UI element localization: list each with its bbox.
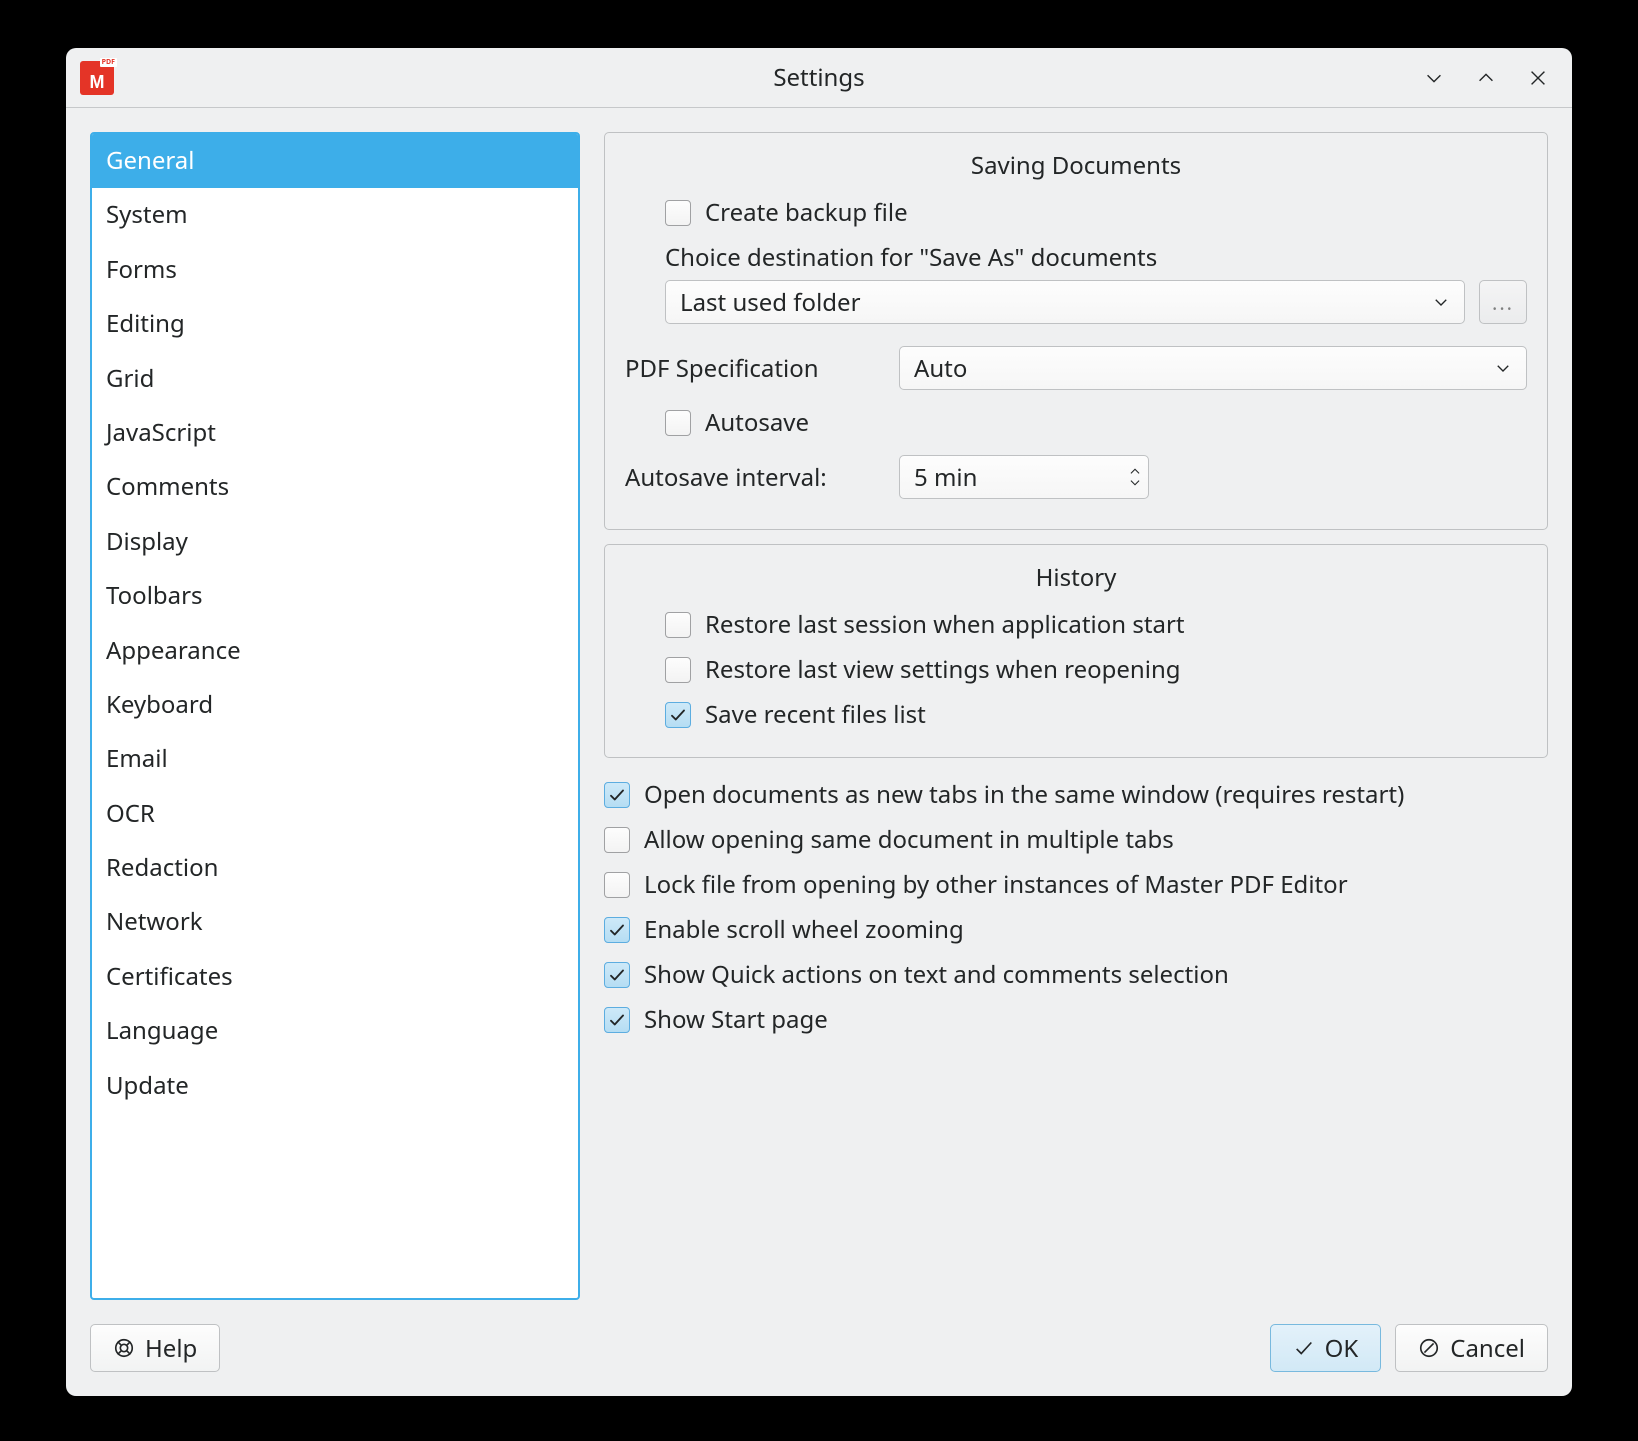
check-icon (1293, 1337, 1315, 1359)
sidebar-item-language[interactable]: Language (92, 1004, 578, 1058)
save-as-hint: Choice destination for "Save As" documen… (665, 235, 1527, 280)
restore-view-label: Restore last view settings when reopenin… (705, 653, 1181, 686)
sidebar-item-grid[interactable]: Grid (92, 352, 578, 406)
dialog-footer: Help OK Cancel (66, 1324, 1572, 1396)
pdf-spec-value: Auto (914, 352, 967, 385)
new-tabs-row: Open documents as new tabs in the same w… (604, 772, 1548, 817)
create-backup-label: Create backup file (705, 196, 908, 229)
autosave-row: Autosave (665, 400, 1527, 445)
sidebar-item-javascript[interactable]: JavaScript (92, 406, 578, 460)
restore-session-checkbox[interactable] (665, 612, 691, 638)
multi-tabs-row: Allow opening same document in multiple … (604, 817, 1548, 862)
history-group: History Restore last session when applic… (604, 544, 1548, 758)
save-recent-checkbox[interactable] (665, 702, 691, 728)
ok-label: OK (1325, 1332, 1359, 1365)
category-sidebar[interactable]: GeneralSystemFormsEditingGridJavaScriptC… (90, 132, 580, 1300)
window-controls (1420, 64, 1572, 92)
cancel-button[interactable]: Cancel (1395, 1324, 1548, 1372)
close-button[interactable] (1524, 64, 1552, 92)
settings-window: M PDF Settings GeneralSystemFormsEditing… (66, 48, 1572, 1396)
sidebar-item-display[interactable]: Display (92, 515, 578, 569)
cancel-icon (1418, 1337, 1440, 1359)
scroll-zoom-checkbox[interactable] (604, 917, 630, 943)
save-recent-row: Save recent files list (665, 692, 1527, 737)
autosave-checkbox[interactable] (665, 410, 691, 436)
minimize-button[interactable] (1420, 64, 1448, 92)
autosave-interval-value: 5 min (914, 461, 977, 494)
general-options: Open documents as new tabs in the same w… (604, 772, 1548, 1042)
autosave-interval-label: Autosave interval: (625, 461, 885, 494)
lock-file-label: Lock file from opening by other instance… (644, 868, 1348, 901)
scroll-zoom-row: Enable scroll wheel zooming (604, 907, 1548, 952)
destination-row: Last used folder ... (665, 280, 1527, 324)
restore-view-row: Restore last view settings when reopenin… (665, 647, 1527, 692)
new-tabs-checkbox[interactable] (604, 782, 630, 808)
help-button[interactable]: Help (90, 1324, 220, 1372)
titlebar: M PDF Settings (66, 48, 1572, 108)
sidebar-item-certificates[interactable]: Certificates (92, 950, 578, 1004)
multi-tabs-checkbox[interactable] (604, 827, 630, 853)
quick-actions-row: Show Quick actions on text and comments … (604, 952, 1548, 997)
chevron-up-icon (1128, 466, 1142, 476)
dialog-body: GeneralSystemFormsEditingGridJavaScriptC… (66, 108, 1572, 1324)
ok-button[interactable]: OK (1270, 1324, 1382, 1372)
group-title: Saving Documents (625, 145, 1527, 190)
app-icon: M PDF (80, 61, 114, 95)
new-tabs-label: Open documents as new tabs in the same w… (644, 778, 1404, 811)
sidebar-item-ocr[interactable]: OCR (92, 787, 578, 841)
saving-documents-group: Saving Documents Create backup file Choi… (604, 132, 1548, 530)
sidebar-item-general[interactable]: General (92, 134, 578, 188)
settings-panel: Saving Documents Create backup file Choi… (604, 132, 1548, 1300)
chevron-down-icon (1494, 359, 1512, 377)
window-title: Settings (66, 61, 1572, 94)
maximize-button[interactable] (1472, 64, 1500, 92)
create-backup-row: Create backup file (665, 190, 1527, 235)
destination-select[interactable]: Last used folder (665, 280, 1465, 324)
sidebar-item-update[interactable]: Update (92, 1059, 578, 1113)
sidebar-item-forms[interactable]: Forms (92, 243, 578, 297)
quick-actions-label: Show Quick actions on text and comments … (644, 958, 1229, 991)
help-label: Help (145, 1332, 197, 1365)
create-backup-checkbox[interactable] (665, 200, 691, 226)
lock-file-checkbox[interactable] (604, 872, 630, 898)
autosave-label: Autosave (705, 406, 809, 439)
pdf-spec-select[interactable]: Auto (899, 346, 1527, 390)
sidebar-item-appearance[interactable]: Appearance (92, 624, 578, 678)
help-icon (113, 1337, 135, 1359)
spin-buttons[interactable] (1128, 466, 1142, 488)
sidebar-item-redaction[interactable]: Redaction (92, 841, 578, 895)
lock-file-row: Lock file from opening by other instance… (604, 862, 1548, 907)
restore-session-row: Restore last session when application st… (665, 602, 1527, 647)
chevron-down-icon (1432, 293, 1450, 311)
multi-tabs-label: Allow opening same document in multiple … (644, 823, 1174, 856)
sidebar-item-keyboard[interactable]: Keyboard (92, 678, 578, 732)
scroll-zoom-label: Enable scroll wheel zooming (644, 913, 964, 946)
restore-view-checkbox[interactable] (665, 657, 691, 683)
start-page-row: Show Start page (604, 997, 1548, 1042)
destination-value: Last used folder (680, 286, 860, 319)
save-recent-label: Save recent files list (705, 698, 926, 731)
restore-session-label: Restore last session when application st… (705, 608, 1185, 641)
start-page-checkbox[interactable] (604, 1007, 630, 1033)
group-title: History (625, 557, 1527, 602)
start-page-label: Show Start page (644, 1003, 828, 1036)
cancel-label: Cancel (1450, 1332, 1525, 1365)
browse-button[interactable]: ... (1479, 280, 1527, 324)
sidebar-item-comments[interactable]: Comments (92, 460, 578, 514)
sidebar-item-system[interactable]: System (92, 188, 578, 242)
sidebar-item-toolbars[interactable]: Toolbars (92, 569, 578, 623)
sidebar-item-network[interactable]: Network (92, 895, 578, 949)
chevron-down-icon (1128, 478, 1142, 488)
sidebar-item-editing[interactable]: Editing (92, 297, 578, 351)
sidebar-item-email[interactable]: Email (92, 732, 578, 786)
pdf-spec-label: PDF Specification (625, 352, 885, 385)
autosave-interval-spinbox[interactable]: 5 min (899, 455, 1149, 499)
autosave-interval-row: Autosave interval: 5 min (625, 445, 1527, 509)
quick-actions-checkbox[interactable] (604, 962, 630, 988)
pdf-spec-row: PDF Specification Auto (625, 336, 1527, 400)
